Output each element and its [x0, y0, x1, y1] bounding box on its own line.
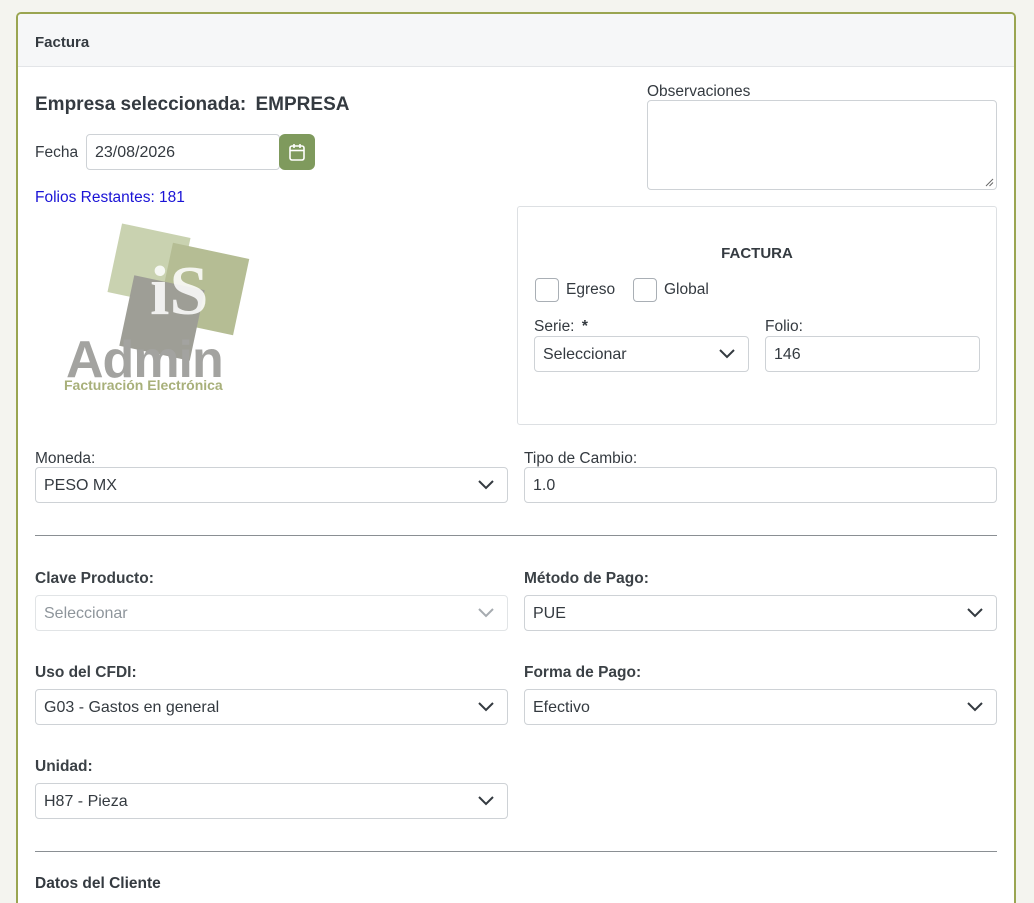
chevron-down-icon	[967, 702, 983, 712]
unidad-label: Unidad:	[35, 758, 93, 775]
chevron-down-icon	[478, 796, 494, 806]
egreso-label: Egreso	[566, 281, 616, 298]
factura-card: Factura Empresa seleccionada: EMPRESA Fe…	[16, 12, 1016, 903]
global-label: Global	[664, 281, 709, 298]
fecha-value: 23/08/2026	[95, 144, 176, 161]
svg-text:iS: iS	[150, 253, 208, 330]
clave-producto-value: Seleccionar	[44, 605, 128, 622]
calendar-button[interactable]	[279, 134, 315, 170]
empresa-title: Empresa seleccionada: EMPRESA	[35, 94, 349, 116]
datos-cliente-title: Datos del Cliente	[35, 875, 161, 892]
clave-producto-select[interactable]: Seleccionar	[35, 595, 508, 631]
folio-value: 146	[774, 346, 801, 363]
chevron-down-icon	[478, 702, 494, 712]
resize-grip-icon[interactable]	[985, 178, 994, 187]
serie-required-mark: *	[581, 318, 588, 335]
serie-label: Serie: *	[534, 318, 588, 336]
global-checkbox[interactable]	[633, 278, 657, 302]
card-header: Factura	[18, 14, 1014, 67]
forma-pago-value: Efectivo	[533, 699, 590, 716]
tipo-cambio-label: Tipo de Cambio:	[524, 450, 638, 467]
divider	[35, 535, 997, 536]
fecha-input[interactable]: 23/08/2026	[86, 134, 280, 170]
uso-cfdi-label: Uso del CFDI:	[35, 664, 137, 681]
unidad-select[interactable]: H87 - Pieza	[35, 783, 508, 819]
observaciones-textarea[interactable]	[647, 100, 997, 190]
divider	[35, 851, 997, 852]
fecha-label: Fecha	[35, 144, 79, 161]
forma-pago-select[interactable]: Efectivo	[524, 689, 997, 725]
moneda-value: PESO MX	[44, 477, 117, 494]
empresa-label: Empresa seleccionada:	[35, 94, 247, 115]
tipo-cambio-input[interactable]: 1.0	[524, 467, 997, 503]
forma-pago-label: Forma de Pago:	[524, 664, 642, 681]
logo-subtitle: Facturación Electrónica	[64, 377, 223, 393]
serie-label-text: Serie:	[534, 318, 575, 335]
folios-restantes: Folios Restantes: 181	[35, 189, 185, 206]
calendar-icon	[289, 144, 305, 161]
metodo-pago-label: Método de Pago:	[524, 570, 649, 587]
chevron-down-icon	[719, 349, 735, 359]
chevron-down-icon	[967, 608, 983, 618]
clave-producto-label: Clave Producto:	[35, 570, 154, 587]
admin-logo: iS Admin Facturación Electrónica	[64, 222, 254, 397]
uso-cfdi-select[interactable]: G03 - Gastos en general	[35, 689, 508, 725]
unidad-value: H87 - Pieza	[44, 793, 128, 810]
moneda-select[interactable]: PESO MX	[35, 467, 508, 503]
moneda-label: Moneda:	[35, 450, 96, 467]
observaciones-label: Observaciones	[647, 83, 751, 100]
metodo-pago-select[interactable]: PUE	[524, 595, 997, 631]
folio-input[interactable]: 146	[765, 336, 980, 372]
folio-label: Folio:	[765, 318, 803, 335]
egreso-checkbox[interactable]	[535, 278, 559, 302]
metodo-pago-value: PUE	[533, 605, 566, 622]
empresa-name: EMPRESA	[255, 94, 350, 115]
chevron-down-icon	[478, 608, 494, 618]
serie-select[interactable]: Seleccionar	[534, 336, 749, 372]
tipo-cambio-value: 1.0	[533, 477, 556, 494]
factura-box: FACTURA Egreso Global Serie: * Seleccion…	[517, 206, 997, 425]
uso-cfdi-value: G03 - Gastos en general	[44, 699, 220, 716]
factura-box-title: FACTURA	[721, 245, 793, 262]
chevron-down-icon	[478, 480, 494, 490]
